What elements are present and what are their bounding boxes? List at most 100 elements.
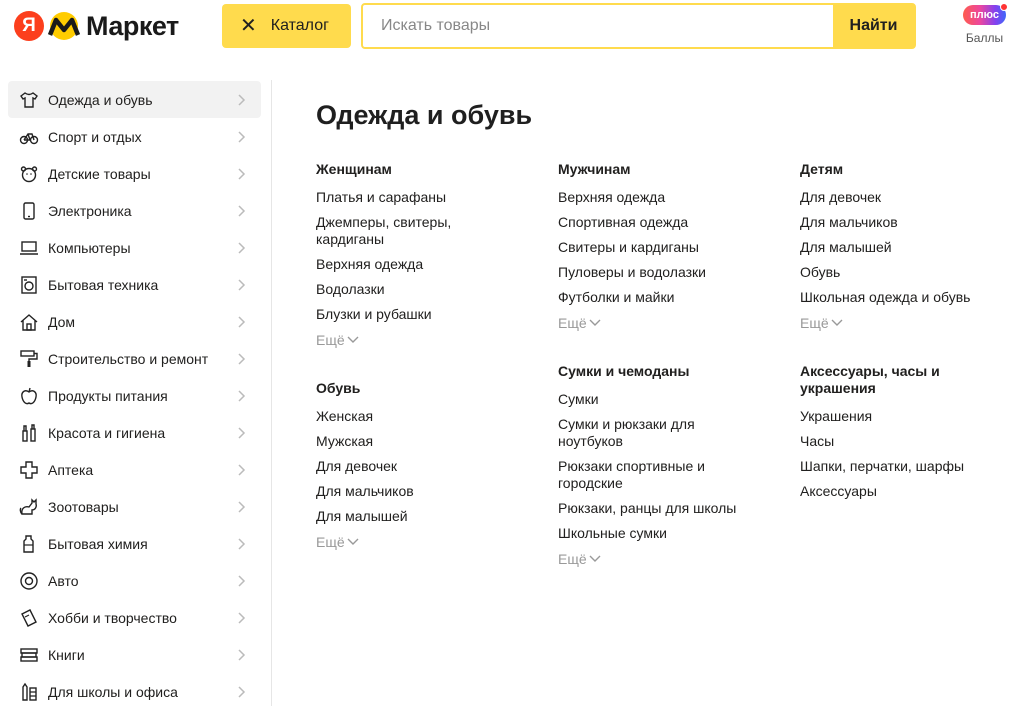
category-link[interactable]: Мужская [316, 433, 516, 450]
sidebar-item-label: Электроника [48, 202, 132, 219]
group-title[interactable]: Аксессуары, часы и украшения [800, 363, 970, 397]
more-button[interactable]: Ещё [316, 533, 516, 550]
category-sidebar: Одежда и обувь Спорт и отдых Детские тов… [0, 80, 272, 706]
bear-icon [19, 164, 39, 184]
chevron-right-icon [238, 167, 246, 180]
sidebar-item-label: Детские товары [48, 165, 151, 182]
sidebar-item-label: Дом [48, 313, 76, 330]
sidebar-item-label: Строительство и ремонт [48, 350, 209, 367]
sidebar-item-pharmacy[interactable]: Аптека [8, 451, 261, 488]
sidebar-item-kids[interactable]: Детские товары [8, 155, 261, 192]
category-link[interactable]: Верхняя одежда [558, 189, 758, 206]
category-link[interactable]: Рюкзаки, ранцы для школы [558, 500, 758, 517]
tire-icon [19, 571, 39, 591]
sidebar-item-school-office[interactable]: Для школы и офиса [8, 673, 261, 710]
category-link[interactable]: Джемперы, свитеры, кардиганы [316, 214, 476, 248]
category-link[interactable]: Обувь [800, 264, 1000, 281]
sidebar-item-construction[interactable]: Строительство и ремонт [8, 340, 261, 377]
category-link[interactable]: Часы [800, 433, 970, 450]
group-men: Мужчинам Верхняя одежда Спортивная одежд… [558, 161, 758, 331]
more-button[interactable]: Ещё [558, 550, 758, 567]
pencils-icon [19, 682, 39, 702]
chevron-right-icon [238, 315, 246, 328]
category-link[interactable]: Рюкзаки спортивные и городские [558, 458, 728, 492]
paint-roller-icon [19, 349, 39, 369]
category-link[interactable]: Аксессуары [800, 483, 970, 500]
more-button[interactable]: Ещё [316, 331, 516, 348]
sidebar-item-auto[interactable]: Авто [8, 562, 261, 599]
category-link[interactable]: Для малышей [800, 239, 1000, 256]
sidebar-item-label: Зоотовары [48, 498, 119, 515]
sidebar-item-food[interactable]: Продукты питания [8, 377, 261, 414]
category-link[interactable]: Футболки и майки [558, 289, 758, 306]
category-link[interactable]: Свитеры и кардиганы [558, 239, 758, 256]
page-title: Одежда и обувь [316, 100, 533, 130]
sidebar-item-home[interactable]: Дом [8, 303, 261, 340]
chevron-right-icon [238, 611, 246, 624]
category-link[interactable]: Украшения [800, 408, 970, 425]
group-title[interactable]: Женщинам [316, 161, 516, 178]
chevron-down-icon [589, 555, 601, 562]
category-link[interactable]: Женская [316, 408, 516, 425]
plus-badge: плюс [963, 3, 1008, 25]
category-link[interactable]: Платья и сарафаны [316, 189, 516, 206]
notification-dot [1000, 3, 1008, 11]
close-icon: ✕ [240, 15, 257, 37]
category-link[interactable]: Школьные сумки [558, 525, 758, 542]
category-link[interactable]: Для девочек [800, 189, 1000, 206]
sidebar-item-appliances[interactable]: Бытовая техника [8, 266, 261, 303]
category-link[interactable]: Водолазки [316, 281, 516, 298]
plus-points[interactable]: плюс Баллы [957, 3, 1012, 45]
market-logo[interactable]: Я Маркет [14, 8, 179, 44]
category-link[interactable]: Школьная одежда и обувь [800, 289, 1000, 306]
chevron-down-icon [347, 336, 359, 343]
chevron-right-icon [238, 648, 246, 661]
sidebar-item-household-chemicals[interactable]: Бытовая химия [8, 525, 261, 562]
detergent-icon [19, 534, 39, 554]
catalog-button[interactable]: ✕ Каталог [222, 4, 351, 48]
more-button[interactable]: Ещё [558, 314, 758, 331]
sidebar-item-electronics[interactable]: Электроника [8, 192, 261, 229]
sidebar-item-books[interactable]: Книги [8, 636, 261, 673]
chevron-right-icon [238, 426, 246, 439]
category-link[interactable]: Для мальчиков [316, 483, 516, 500]
category-link[interactable]: Пуловеры и водолазки [558, 264, 758, 281]
sidebar-item-pets[interactable]: Зоотовары [8, 488, 261, 525]
category-link[interactable]: Спортивная одежда [558, 214, 758, 231]
group-bags: Сумки и чемоданы Сумки Сумки и рюкзаки д… [558, 363, 758, 567]
plus-badge-label: плюс [970, 9, 999, 21]
sidebar-item-sport[interactable]: Спорт и отдых [8, 118, 261, 155]
category-link[interactable]: Для девочек [316, 458, 516, 475]
category-link[interactable]: Для мальчиков [800, 214, 1000, 231]
search-input[interactable] [363, 5, 833, 47]
category-link[interactable]: Верхняя одежда [316, 256, 516, 273]
chevron-down-icon [831, 319, 843, 326]
category-link[interactable]: Блузки и рубашки [316, 306, 516, 323]
sidebar-item-label: Бытовая химия [48, 535, 148, 552]
sidebar-item-computers[interactable]: Компьютеры [8, 229, 261, 266]
category-link[interactable]: Для малышей [316, 508, 516, 525]
category-link[interactable]: Шапки, перчатки, шарфы [800, 458, 970, 475]
group-title[interactable]: Мужчинам [558, 161, 758, 178]
sidebar-item-clothes[interactable]: Одежда и обувь [8, 81, 261, 118]
sidebar-item-label: Книги [48, 646, 85, 663]
chevron-right-icon [238, 574, 246, 587]
sidebar-item-label: Продукты питания [48, 387, 168, 404]
logo-wordmark: Маркет [86, 10, 179, 41]
more-button[interactable]: Ещё [800, 314, 1000, 331]
group-title[interactable]: Обувь [316, 380, 516, 397]
search-button[interactable]: Найти [833, 5, 914, 47]
chevron-down-icon [347, 538, 359, 545]
more-label: Ещё [316, 331, 345, 348]
cross-icon [19, 460, 39, 480]
house-icon [19, 312, 39, 332]
group-title[interactable]: Сумки и чемоданы [558, 363, 758, 380]
sidebar-item-beauty[interactable]: Красота и гигиена [8, 414, 261, 451]
category-link[interactable]: Сумки и рюкзаки для ноутбуков [558, 416, 718, 450]
sidebar-item-hobby[interactable]: Хобби и творчество [8, 599, 261, 636]
group-title[interactable]: Детям [800, 161, 1000, 178]
chevron-right-icon [238, 389, 246, 402]
more-label: Ещё [316, 533, 345, 550]
category-link[interactable]: Сумки [558, 391, 758, 408]
chevron-right-icon [238, 130, 246, 143]
